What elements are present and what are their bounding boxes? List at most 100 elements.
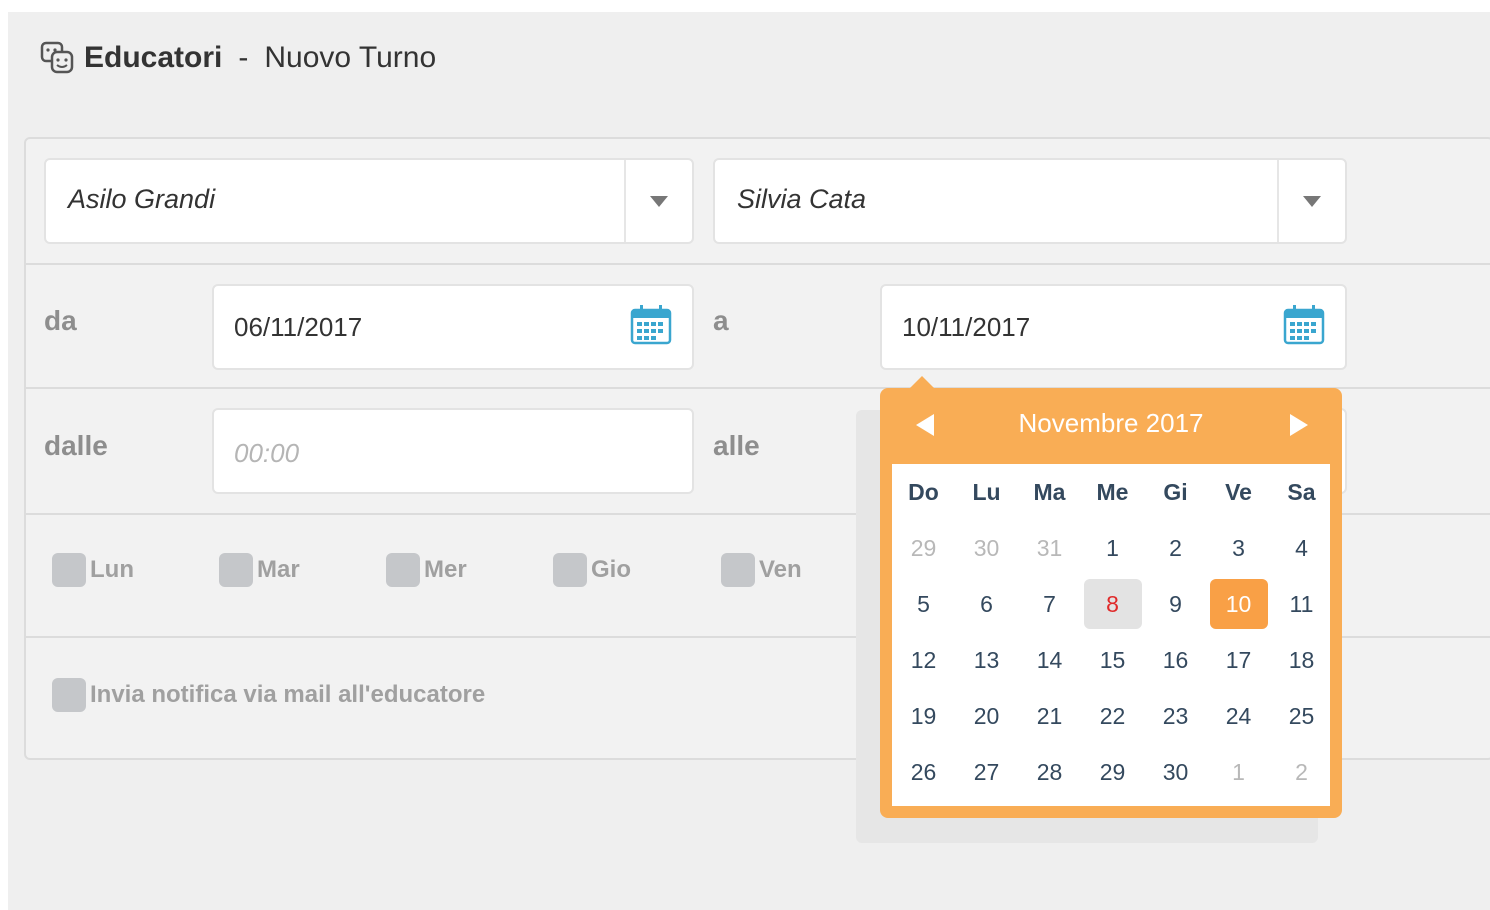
weekday-label: Lun [90, 556, 134, 583]
calendar-day[interactable]: 24 [1207, 688, 1270, 744]
calendar-day[interactable]: 7 [1018, 576, 1081, 632]
weekday-checkbox-mer[interactable]: Mer [386, 553, 467, 587]
calendar-day[interactable]: 17 [1207, 632, 1270, 688]
theater-masks-icon [40, 41, 74, 74]
calendar-day[interactable]: 1 [1207, 744, 1270, 800]
notify-label: Invia notifica via mail all'educatore [90, 681, 486, 708]
calendar-day[interactable]: 2 [1270, 744, 1333, 800]
calendar-day[interactable]: 29 [1081, 744, 1144, 800]
calendar-day-number: 21 [1036, 702, 1063, 729]
calendar-day[interactable]: 21 [1018, 688, 1081, 744]
weekday-header: Gi [1163, 478, 1188, 505]
calendar-day-number: 18 [1288, 646, 1315, 673]
calendar-day-number: 26 [910, 758, 937, 785]
calendar-day[interactable]: 14 [1018, 632, 1081, 688]
calendar-day[interactable]: 11 [1270, 576, 1333, 632]
calendar-day[interactable]: 31 [1018, 520, 1081, 576]
calendar-day[interactable]: 1 [1081, 520, 1144, 576]
calendar-day[interactable]: 30 [955, 520, 1018, 576]
calendar-icon[interactable] [1283, 304, 1325, 346]
date-to-label: a [713, 305, 729, 336]
calendar-day[interactable]: 16 [1144, 632, 1207, 688]
calendar-day[interactable]: 15 [1081, 632, 1144, 688]
school-select[interactable]: Asilo Grandi [44, 158, 694, 244]
title-subsection: Nuovo Turno [264, 41, 437, 74]
educator-select[interactable]: Silvia Cata [713, 158, 1347, 244]
calendar-day[interactable]: 5 [892, 576, 955, 632]
calendar-day-number: 22 [1099, 702, 1126, 729]
calendar-day-number: 1 [1106, 534, 1119, 561]
calendar-day-number: 10 [1209, 579, 1268, 629]
time-from-field[interactable]: 00:00 [212, 408, 694, 494]
time-from-label: dalle [44, 430, 108, 461]
educator-select-value: Silvia Cata [737, 184, 867, 214]
calendar-day[interactable]: 4 [1270, 520, 1333, 576]
weekday-header: Sa [1287, 478, 1316, 505]
calendar-day-number: 30 [1162, 758, 1189, 785]
calendar-day[interactable]: 2 [1144, 520, 1207, 576]
weekday-header: Ve [1225, 478, 1252, 505]
calendar-day-number: 4 [1295, 534, 1308, 561]
educator-select-toggle[interactable] [1277, 160, 1345, 242]
calendar-day[interactable]: 19 [892, 688, 955, 744]
weekday-label: Mar [257, 556, 300, 583]
calendar-day-number: 3 [1232, 534, 1245, 561]
calendar-icon[interactable] [630, 304, 672, 346]
calendar-day-today[interactable]: 8 [1081, 576, 1144, 632]
calendar-day-number: 28 [1036, 758, 1063, 785]
checkbox[interactable] [721, 553, 755, 587]
calendar-day-number: 7 [1043, 590, 1056, 617]
school-select-toggle[interactable] [624, 160, 692, 242]
datepicker: Novembre 2017 Do Lu Ma Me Gi Ve Sa 29 30 31 1 2 3 4 5 6… [880, 388, 1342, 818]
weekday-checkbox-ven[interactable]: Ven [721, 553, 802, 587]
calendar-day[interactable]: 23 [1144, 688, 1207, 744]
datepicker-pointer [910, 376, 934, 388]
next-month-icon[interactable] [1290, 414, 1308, 436]
calendar-day[interactable]: 26 [892, 744, 955, 800]
weekday-header: Do [908, 478, 939, 505]
weekday-checkbox-gio[interactable]: Gio [553, 553, 631, 587]
divider [26, 263, 1490, 265]
weekday-label: Mer [424, 556, 467, 583]
calendar-day[interactable]: 13 [955, 632, 1018, 688]
calendar-day[interactable]: 25 [1270, 688, 1333, 744]
datepicker-month-label[interactable]: Novembre 2017 [880, 408, 1342, 439]
calendar-day-number: 16 [1162, 646, 1189, 673]
calendar-day[interactable]: 18 [1270, 632, 1333, 688]
weekday-checkbox-lun[interactable]: Lun [52, 553, 134, 587]
calendar-day-number: 11 [1289, 590, 1314, 617]
calendar-day-number: 2 [1169, 534, 1182, 561]
chevron-down-icon [1303, 196, 1321, 207]
notify-email-checkbox[interactable]: Invia notifica via mail all'educatore [52, 678, 485, 712]
calendar-day[interactable]: 20 [955, 688, 1018, 744]
calendar-day[interactable]: 30 [1144, 744, 1207, 800]
date-from-field[interactable]: 06/11/2017 [212, 284, 694, 370]
calendar-day[interactable]: 22 [1081, 688, 1144, 744]
time-from-placeholder: 00:00 [234, 438, 300, 468]
date-from-label: da [44, 305, 77, 336]
checkbox[interactable] [386, 553, 420, 587]
calendar-day[interactable]: 12 [892, 632, 955, 688]
weekday-checkbox-mar[interactable]: Mar [219, 553, 300, 587]
checkbox[interactable] [219, 553, 253, 587]
calendar-day[interactable]: 28 [1018, 744, 1081, 800]
date-to-field[interactable]: 10/11/2017 [880, 284, 1347, 370]
calendar-day[interactable]: 6 [955, 576, 1018, 632]
chevron-down-icon [650, 196, 668, 207]
weekday-label: Ven [759, 556, 802, 583]
calendar-day[interactable]: 9 [1144, 576, 1207, 632]
weekday-header: Lu [972, 478, 1001, 505]
calendar-day-number: 23 [1162, 702, 1189, 729]
calendar-day-number: 27 [973, 758, 1000, 785]
calendar-day-number: 17 [1225, 646, 1252, 673]
date-from-value: 06/11/2017 [234, 312, 363, 342]
calendar-day[interactable]: 29 [892, 520, 955, 576]
calendar-day[interactable]: 27 [955, 744, 1018, 800]
calendar-day-number: 30 [973, 534, 1000, 561]
checkbox[interactable] [52, 553, 86, 587]
checkbox[interactable] [52, 678, 86, 712]
calendar-day[interactable]: 3 [1207, 520, 1270, 576]
checkbox[interactable] [553, 553, 587, 587]
calendar-day-selected[interactable]: 10 [1207, 576, 1270, 632]
weekday-header: Ma [1033, 478, 1066, 505]
